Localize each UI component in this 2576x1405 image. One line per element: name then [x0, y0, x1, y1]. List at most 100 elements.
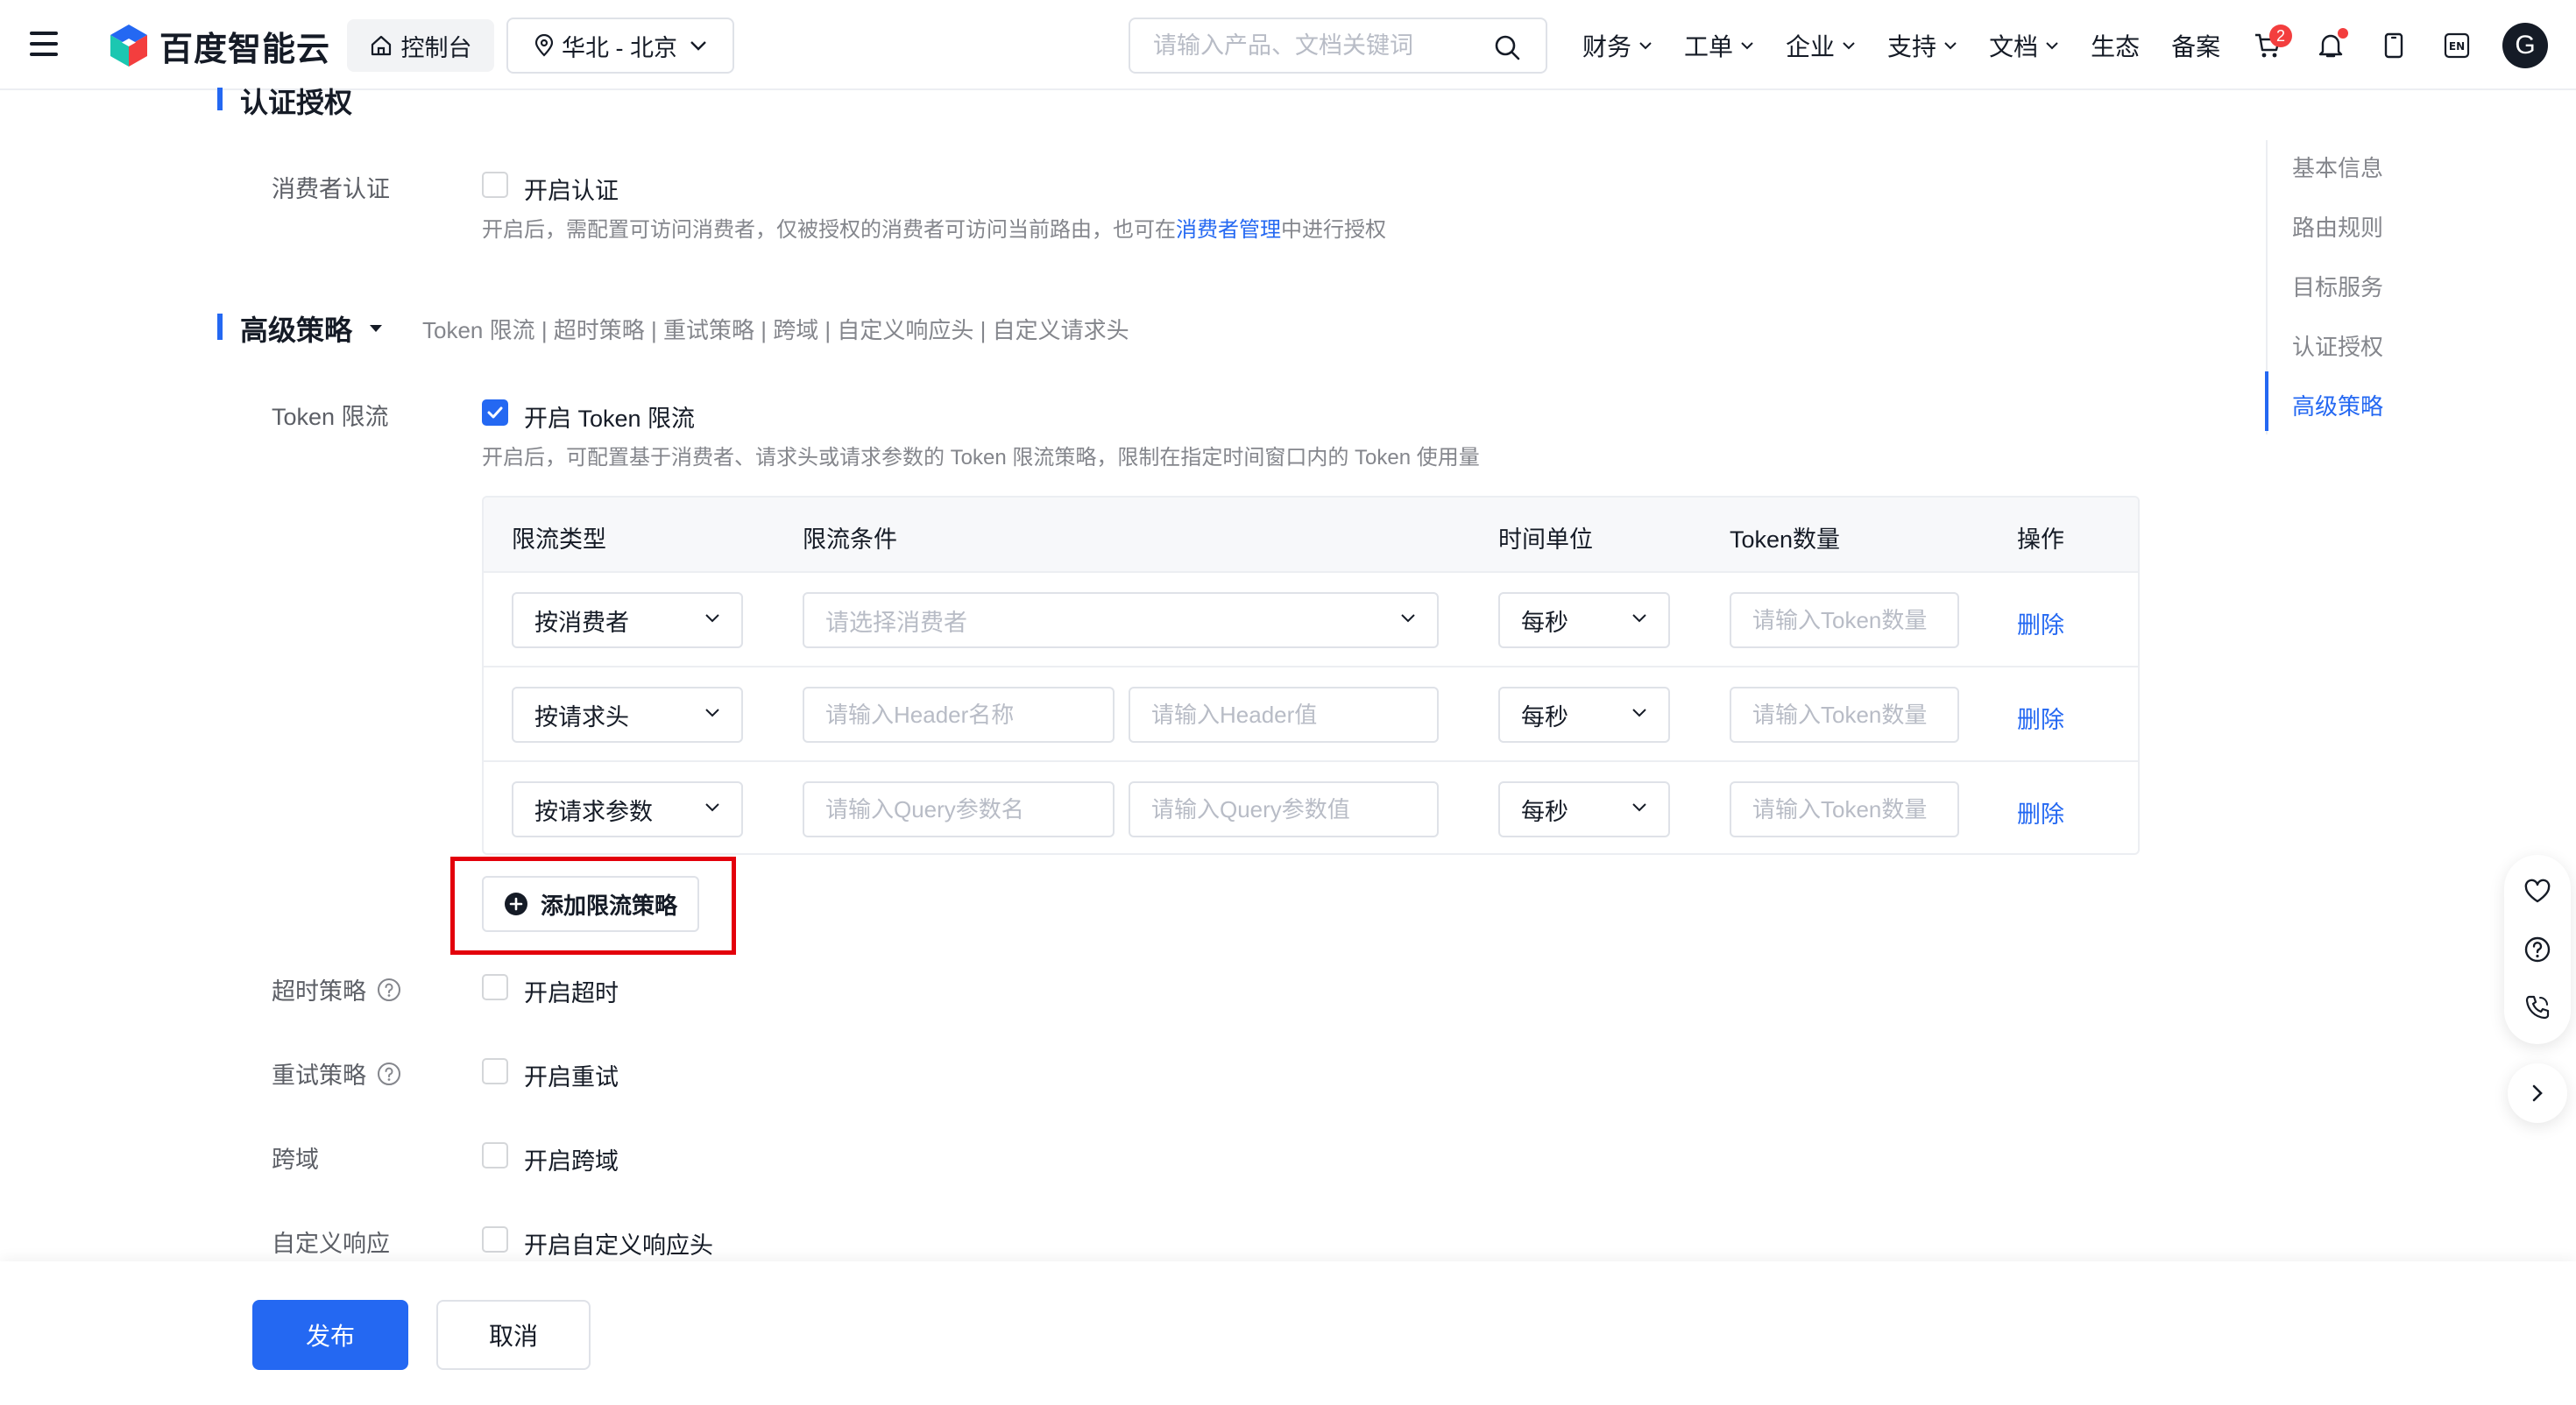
query-value-input[interactable]	[1130, 783, 1437, 836]
nav-item-ticket[interactable]: 工单	[1684, 28, 1754, 63]
auth-help-text: 开启后，需配置可访问消费者，仅被授权的消费者可访问当前路由，也可在消费者管理中进…	[482, 212, 1386, 243]
brand-logo[interactable]: 百度智能云	[107, 21, 330, 70]
notification-button[interactable]	[2311, 26, 2350, 65]
col-header-condition: 限流条件	[803, 526, 897, 553]
delete-row-button[interactable]: 删除	[2017, 795, 2064, 830]
token-count-field[interactable]	[1730, 592, 1959, 648]
table-row: 按请求参数 每秒 删除	[484, 762, 2138, 853]
global-search[interactable]	[1129, 18, 1547, 74]
custom-response-checkbox[interactable]	[482, 1226, 508, 1253]
nav-item-ecosystem[interactable]: 生态	[2091, 28, 2140, 63]
cancel-button[interactable]: 取消	[436, 1300, 591, 1370]
time-unit-select[interactable]: 每秒	[1498, 781, 1670, 837]
search-icon[interactable]	[1493, 33, 1521, 61]
form-footer: 发布 取消	[0, 1261, 2576, 1405]
header-name-field[interactable]	[803, 687, 1115, 743]
retry-enable-label[interactable]: 开启重试	[524, 1058, 619, 1092]
cart-button[interactable]: 2	[2248, 25, 2292, 65]
auth-help-suffix: 中进行授权	[1281, 218, 1386, 242]
chevron-down-icon	[690, 41, 706, 51]
token-limit-checkbox[interactable]	[482, 399, 508, 426]
language-label: EN	[2449, 40, 2465, 53]
heart-icon[interactable]	[2523, 878, 2551, 906]
query-name-field[interactable]	[803, 781, 1115, 837]
user-avatar[interactable]: G	[2502, 23, 2548, 68]
consumer-select[interactable]: 请选择消费者	[803, 592, 1439, 648]
consumer-management-link[interactable]: 消费者管理	[1176, 218, 1281, 242]
phone-icon[interactable]	[2523, 993, 2551, 1021]
limit-type-select[interactable]: 按消费者	[512, 592, 743, 648]
table-row: 按请求头 每秒 删除	[484, 667, 2138, 762]
cors-enable-label[interactable]: 开启跨域	[524, 1142, 619, 1176]
token-count-input[interactable]	[1731, 594, 1957, 646]
time-unit-select[interactable]: 每秒	[1498, 687, 1670, 743]
nav-item-label: 生态	[2091, 33, 2141, 60]
anchor-item-target-service[interactable]: 目标服务	[2292, 270, 2383, 302]
cors-checkbox[interactable]	[482, 1142, 508, 1168]
nav-item-enterprise[interactable]: 企业	[1786, 28, 1856, 63]
chevron-down-icon	[705, 803, 719, 812]
table-row: 按消费者 请选择消费者 每秒 删除	[484, 573, 2138, 667]
col-header-time-unit: 时间单位	[1498, 526, 1593, 553]
header-name-input[interactable]	[804, 688, 1113, 741]
nav-item-support[interactable]: 支持	[1887, 28, 1957, 63]
token-limit-enable-label[interactable]: 开启 Token 限流	[524, 399, 695, 434]
limit-type-select[interactable]: 按请求头	[512, 687, 743, 743]
anchor-item-advanced[interactable]: 高级策略	[2292, 389, 2383, 421]
auth-enable-label[interactable]: 开启认证	[524, 172, 619, 206]
timeout-enable-label[interactable]: 开启超时	[524, 974, 619, 1008]
nav-item-filing[interactable]: 备案	[2171, 28, 2220, 63]
token-limit-label: Token 限流	[272, 404, 389, 430]
help-circle-icon[interactable]	[377, 978, 401, 1002]
mobile-button[interactable]	[2374, 26, 2413, 65]
nav-icon-group: 2 EN	[2248, 19, 2501, 72]
header-value-input[interactable]	[1130, 688, 1437, 741]
nav-item-finance[interactable]: 财务	[1582, 28, 1652, 63]
delete-row-button[interactable]: 删除	[2017, 701, 2064, 735]
custom-response-enable-label[interactable]: 开启自定义响应头	[524, 1226, 713, 1260]
advanced-quick-links[interactable]: Token 限流 | 超时策略 | 重试策略 | 跨域 | 自定义响应头 | 自…	[422, 313, 1129, 345]
menu-icon[interactable]	[30, 32, 58, 56]
nav-item-docs[interactable]: 文档	[1989, 28, 2059, 63]
token-count-input[interactable]	[1731, 783, 1957, 836]
token-limit-help-text: 开启后，可配置基于消费者、请求头或请求参数的 Token 限流策略，限制在指定时…	[482, 446, 1480, 470]
search-input[interactable]	[1153, 32, 1495, 60]
header-value-field[interactable]	[1129, 687, 1439, 743]
col-header-token-count: Token数量	[1730, 526, 1841, 553]
limit-type-select[interactable]: 按请求参数	[512, 781, 743, 837]
mobile-phone-icon	[2384, 32, 2403, 59]
section-indicator	[217, 314, 223, 340]
anchor-item-route-rules[interactable]: 路由规则	[2292, 210, 2383, 243]
query-value-field[interactable]	[1129, 781, 1439, 837]
collapse-toolbar-button[interactable]	[2508, 1063, 2567, 1123]
nav-item-label: 文档	[1989, 33, 2039, 60]
add-rate-limit-button[interactable]: 添加限流策略	[482, 876, 699, 932]
region-selector[interactable]: 华北 - 北京	[506, 18, 734, 74]
delete-row-button[interactable]: 删除	[2017, 606, 2064, 640]
console-button[interactable]: 控制台	[347, 19, 494, 72]
consumer-auth-label: 消费者认证	[272, 176, 390, 202]
retry-label: 重试策略	[272, 1056, 401, 1091]
table-header: 限流类型 限流条件 时间单位 Token数量 操作	[484, 498, 2138, 573]
time-unit-select[interactable]: 每秒	[1498, 592, 1670, 648]
advanced-section-title[interactable]: 高级策略	[240, 308, 384, 349]
token-count-input[interactable]	[1731, 688, 1957, 741]
limit-type-value: 按消费者	[534, 609, 629, 636]
col-header-type: 限流类型	[512, 526, 606, 553]
retry-checkbox[interactable]	[482, 1058, 508, 1084]
query-name-input[interactable]	[804, 783, 1113, 836]
chevron-down-icon	[1944, 42, 1957, 50]
location-pin-icon	[534, 34, 554, 57]
anchor-item-basic-info[interactable]: 基本信息	[2292, 151, 2383, 183]
token-count-field[interactable]	[1730, 781, 1959, 837]
home-icon	[371, 35, 391, 56]
token-count-field[interactable]	[1730, 687, 1959, 743]
anchor-item-auth[interactable]: 认证授权	[2292, 329, 2383, 362]
publish-button[interactable]: 发布	[252, 1300, 408, 1370]
auth-enable-checkbox[interactable]	[482, 172, 508, 198]
timeout-checkbox[interactable]	[482, 974, 508, 1000]
help-icon[interactable]	[2523, 935, 2551, 964]
help-circle-icon[interactable]	[377, 1062, 401, 1086]
anchor-navigation: 基本信息 路由规则 目标服务 认证授权 高级策略	[2265, 140, 2441, 434]
language-button[interactable]: EN	[2438, 26, 2476, 65]
